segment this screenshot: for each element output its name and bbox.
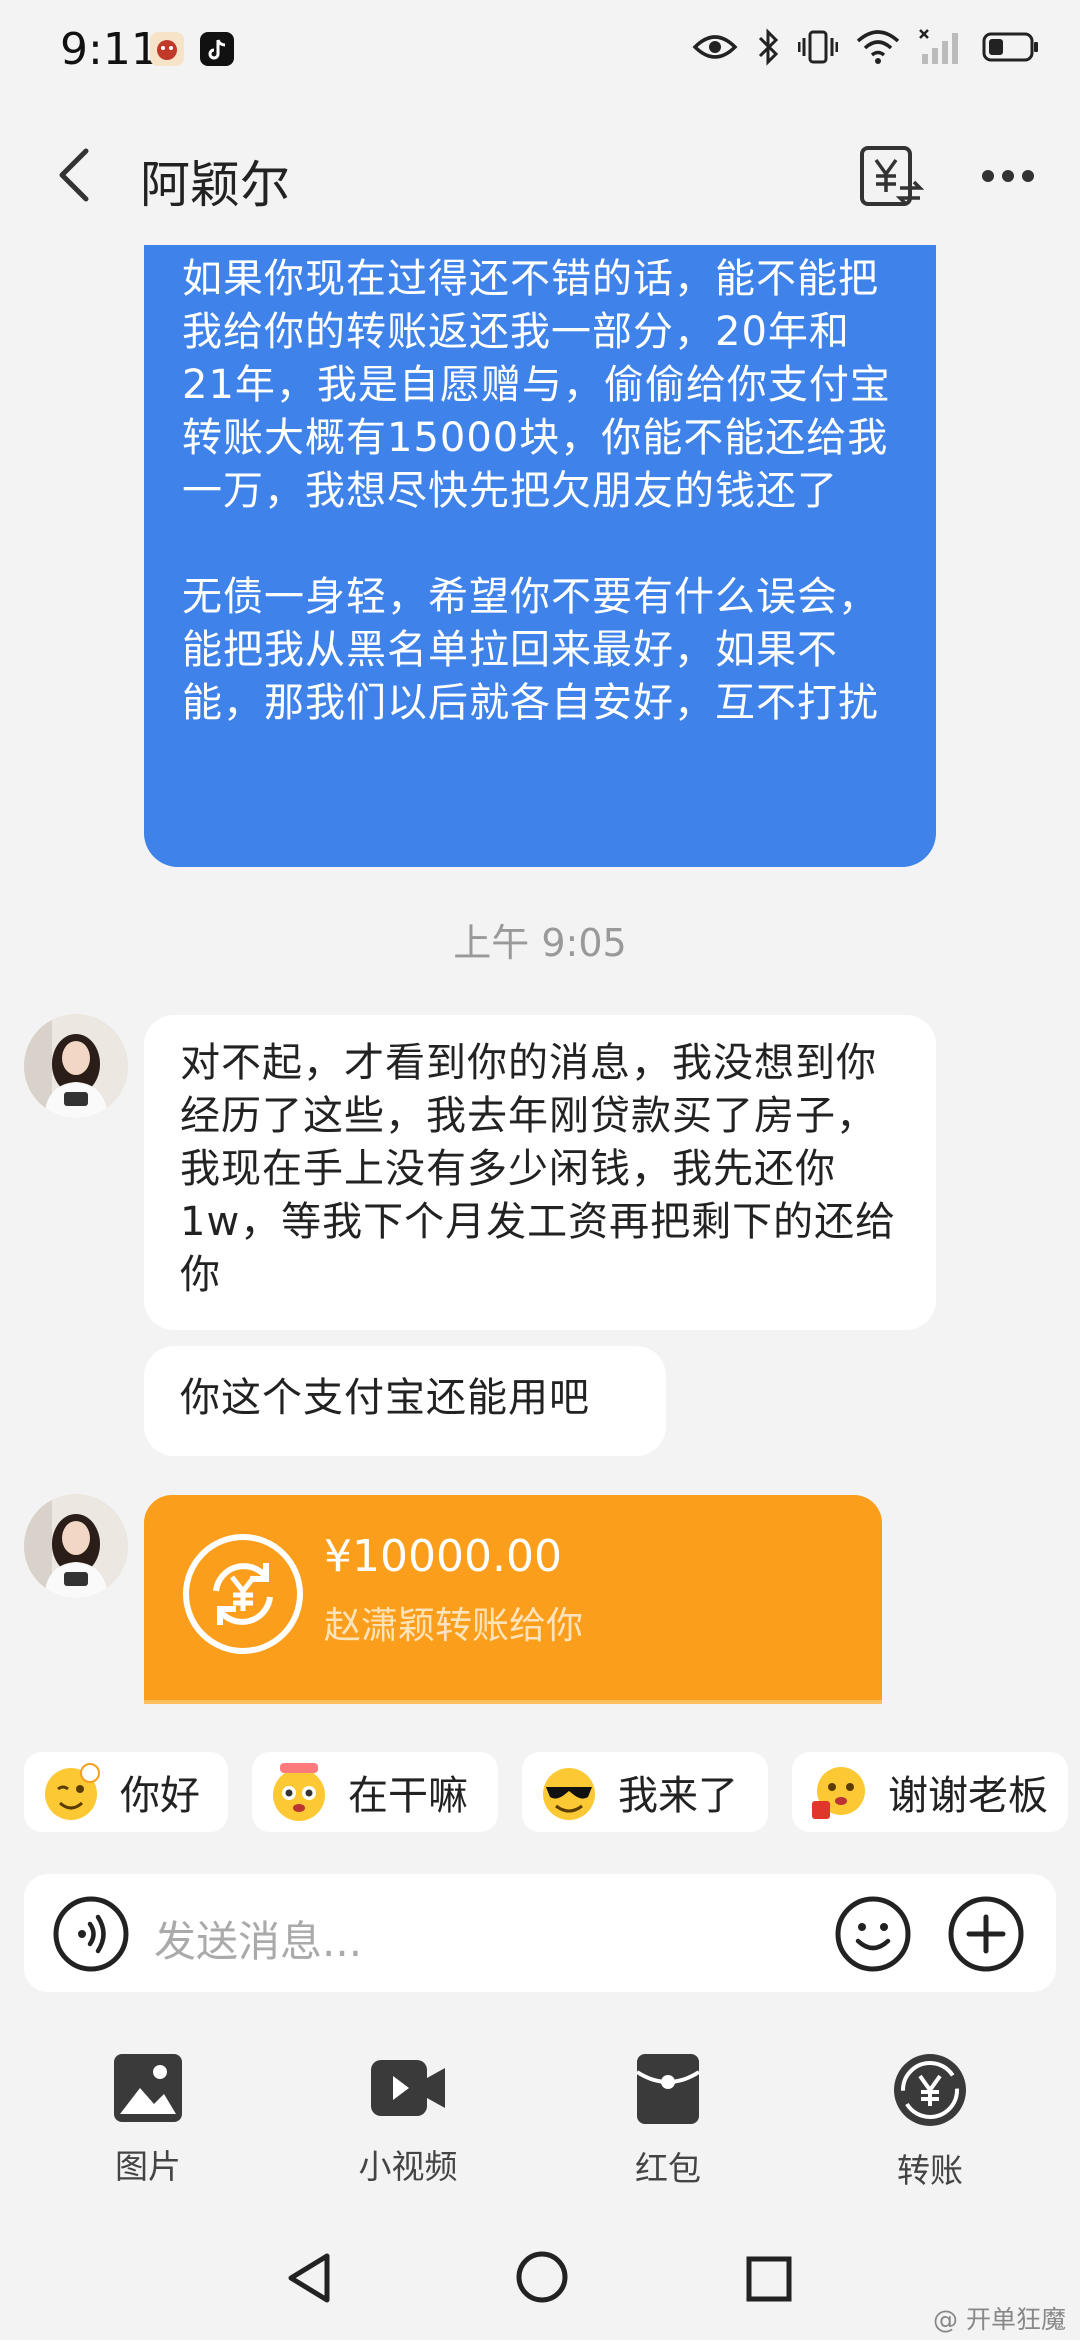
nav-back-icon[interactable] bbox=[285, 2252, 333, 2304]
transfer-amount: ¥10000.00 bbox=[324, 1531, 562, 1582]
tool-label: 红包 bbox=[635, 2149, 701, 2188]
vibrate-icon bbox=[798, 30, 838, 64]
more-options-icon[interactable] bbox=[980, 166, 1036, 186]
tool-red-packet[interactable]: 红包 bbox=[588, 2052, 748, 2190]
quick-reply-label: 我来了 bbox=[618, 1773, 738, 1819]
tool-photo[interactable]: 图片 bbox=[68, 2052, 228, 2188]
incoming-message-text: 对不起，才看到你的消息，我没想到你经历了这些，我去年刚贷款买了房子，我现在手上没… bbox=[180, 1040, 897, 1298]
transfer-icon bbox=[894, 2054, 966, 2126]
emoji-picker-icon[interactable] bbox=[834, 1895, 912, 1973]
tool-label: 转账 bbox=[897, 2151, 963, 2190]
quick-reply-label: 你好 bbox=[120, 1773, 200, 1819]
wifi-icon bbox=[856, 30, 900, 64]
voice-input-icon[interactable] bbox=[52, 1895, 130, 1973]
tool-label: 图片 bbox=[115, 2147, 181, 2186]
incoming-message-text: 你这个支付宝还能用吧 bbox=[180, 1375, 590, 1421]
message-input[interactable]: 发送消息... bbox=[154, 1908, 362, 1969]
transfer-description: 赵潇颖转账给你 bbox=[324, 1604, 583, 1647]
outgoing-message-bubble[interactable]: 如果你现在过得还不错的话，能不能把我给你的转账返还我一部分，20年和21年，我是… bbox=[144, 245, 936, 867]
curious-emoji-icon bbox=[273, 1763, 325, 1821]
outgoing-message-paragraph: 如果你现在过得还不错的话，能不能把我给你的转账返还我一部分，20年和21年，我是… bbox=[182, 256, 891, 514]
signal-icon bbox=[919, 29, 958, 64]
image-icon bbox=[114, 2054, 182, 2122]
tiktok-icon bbox=[200, 32, 234, 66]
bluetooth-icon bbox=[758, 28, 779, 66]
transfer-card[interactable]: ¥10000.00 赵潇颖转账给你 bbox=[144, 1495, 882, 1704]
quick-reply-chip[interactable]: 我来了 bbox=[522, 1752, 768, 1832]
tool-short-video[interactable]: 小视频 bbox=[328, 2052, 488, 2188]
incoming-message-bubble[interactable]: 你这个支付宝还能用吧 bbox=[144, 1346, 666, 1456]
quick-reply-chip[interactable]: 谢谢老板 bbox=[792, 1752, 1068, 1832]
thanks-emoji-icon bbox=[812, 1767, 865, 1819]
message-timestamp: 上午 9:05 bbox=[453, 921, 627, 965]
outgoing-message-paragraph: 无债一身轻，希望你不要有什么误会，能把我从黑名单拉回来最好，如果不能，那我们以后… bbox=[182, 574, 879, 726]
quick-reply-chip[interactable]: 你好 bbox=[24, 1752, 228, 1832]
quick-reply-label: 在干嘛 bbox=[348, 1773, 468, 1819]
video-icon bbox=[371, 2060, 445, 2116]
sunglasses-emoji-icon bbox=[543, 1768, 595, 1820]
status-time: 9:11 bbox=[60, 24, 159, 75]
message-input-bar: 发送消息... bbox=[24, 1874, 1056, 1992]
contact-avatar[interactable] bbox=[24, 1494, 128, 1598]
back-arrow-icon[interactable] bbox=[50, 145, 100, 205]
eye-icon bbox=[692, 35, 738, 59]
incoming-message-bubble[interactable]: 对不起，才看到你的消息，我没想到你经历了这些，我去年刚贷款买了房子，我现在手上没… bbox=[144, 1015, 936, 1330]
transfer-record-icon[interactable] bbox=[858, 144, 924, 210]
red-packet-icon bbox=[635, 2054, 701, 2124]
wink-emoji-icon bbox=[45, 1763, 100, 1820]
status-bar: 9:11 bbox=[0, 0, 1080, 105]
notification-app-icon bbox=[150, 32, 184, 66]
watermark: @ 开单狂魔 bbox=[933, 2305, 1066, 2334]
tool-transfer[interactable]: 转账 bbox=[850, 2052, 1010, 2192]
transfer-icon bbox=[183, 1534, 303, 1654]
contact-name: 阿颖尔 bbox=[140, 156, 290, 214]
plus-icon[interactable] bbox=[947, 1895, 1025, 1973]
contact-avatar[interactable] bbox=[24, 1014, 128, 1118]
tool-label: 小视频 bbox=[358, 2147, 458, 2186]
battery-icon bbox=[982, 32, 1038, 62]
quick-reply-chip[interactable]: 在干嘛 bbox=[252, 1752, 498, 1832]
nav-home-icon[interactable] bbox=[515, 2250, 569, 2304]
nav-recent-apps-icon[interactable] bbox=[746, 2256, 792, 2302]
quick-reply-label: 谢谢老板 bbox=[888, 1773, 1048, 1819]
status-icons bbox=[692, 28, 1040, 66]
